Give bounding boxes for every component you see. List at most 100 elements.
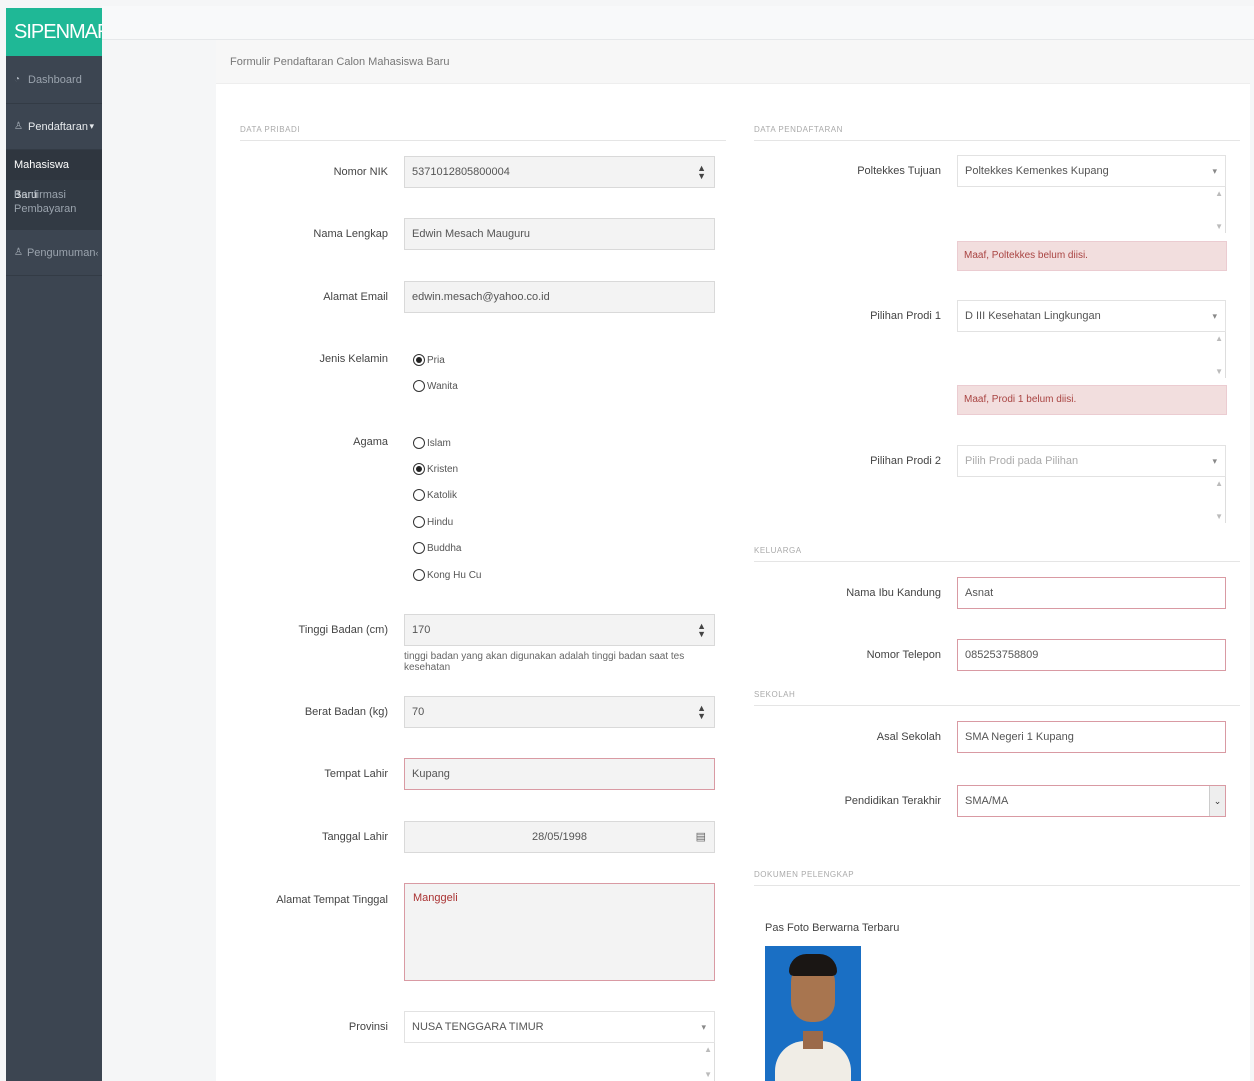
scroll-up-icon[interactable]: ▲ xyxy=(704,1045,712,1054)
section-keluarga: KELUARGA xyxy=(754,546,1240,562)
scroll-down-icon[interactable]: ▼ xyxy=(704,1070,712,1079)
prodi2-select[interactable]: Pilih Prodi pada Pilihan ▾ xyxy=(957,445,1226,477)
radio-pria[interactable]: Pria xyxy=(413,354,445,366)
email-input[interactable]: edwin.mesach@yahoo.co.id xyxy=(404,281,715,313)
nav-pendaftaran-label: Pendaftaran xyxy=(28,120,88,133)
pendidikan-value: SMA/MA xyxy=(965,795,1009,807)
radio-konghucu[interactable]: Kong Hu Cu xyxy=(413,569,481,581)
announcement-icon: ♙ xyxy=(14,247,23,258)
brand-logo[interactable]: SIPENMARU xyxy=(6,8,125,56)
poltekkes-listbox[interactable]: ▲ ▼ xyxy=(957,187,1226,233)
tempat-lahir-label: Tempat Lahir xyxy=(324,768,388,780)
alamat-label: Alamat Tempat Tinggal xyxy=(276,894,388,906)
asal-sekolah-label: Asal Sekolah xyxy=(876,731,941,743)
ibu-label: Nama Ibu Kandung xyxy=(846,587,941,599)
tinggi-input[interactable]: 170 ▲ ▼ xyxy=(404,614,715,646)
telepon-input[interactable]: 085253758809 xyxy=(957,639,1226,671)
prodi1-listbox[interactable]: ▲ ▼ xyxy=(957,332,1226,378)
caret-down-icon: ▾ xyxy=(1212,311,1217,321)
nik-label: Nomor NIK xyxy=(333,166,388,178)
chevron-down-icon[interactable]: ⌄ xyxy=(1209,786,1225,816)
radio-button[interactable] xyxy=(413,354,425,366)
section-data-pribadi: DATA PRIBADI xyxy=(240,125,726,141)
tanggal-lahir-input[interactable]: 28/05/1998 ▤ xyxy=(404,821,715,853)
spinner-arrows-icon[interactable]: ▲ ▼ xyxy=(697,164,706,181)
spinner-arrows-icon[interactable]: ▲ ▼ xyxy=(697,704,706,721)
radio-button[interactable] xyxy=(413,463,425,475)
poltekkes-value: Poltekkes Kemenkes Kupang xyxy=(965,165,1109,177)
radio-konghucu-label: Kong Hu Cu xyxy=(427,569,482,581)
chevron-down-icon: ▾ xyxy=(89,121,94,131)
scroll-down-icon[interactable]: ▼ xyxy=(1215,222,1223,231)
provinsi-value: NUSA TENGGARA TIMUR xyxy=(412,1021,544,1033)
nav-dashboard-label: Dashboard xyxy=(28,73,82,86)
berat-value: 70 xyxy=(412,706,425,718)
radio-button[interactable] xyxy=(413,437,425,449)
nik-input[interactable]: 5371012805800004 ▲ ▼ xyxy=(404,156,715,188)
prodi1-label: Pilihan Prodi 1 xyxy=(870,310,941,322)
spinner-arrows-icon[interactable]: ▲ ▼ xyxy=(697,622,706,639)
radio-button[interactable] xyxy=(413,380,425,392)
tanggal-lahir-label: Tanggal Lahir xyxy=(321,831,388,843)
provinsi-label: Provinsi xyxy=(348,1021,388,1033)
ibu-input[interactable]: Asnat xyxy=(957,577,1226,609)
radio-katolik[interactable]: Katolik xyxy=(413,489,457,501)
tanggal-lahir-value: 28/05/1998 xyxy=(531,831,588,843)
nav-submenu: Mahasiswa Baru Konfirmasi Pembayaran xyxy=(6,150,102,230)
radio-button[interactable] xyxy=(413,489,425,501)
prodi2-placeholder: Pilih Prodi pada Pilihan xyxy=(965,455,1079,467)
provinsi-select[interactable]: NUSA TENGGARA TIMUR ▾ xyxy=(404,1011,715,1043)
radio-wanita-label: Wanita xyxy=(427,380,458,392)
caret-down-icon: ▾ xyxy=(1212,166,1217,176)
radio-islam[interactable]: Islam xyxy=(413,437,451,449)
poltekkes-label: Poltekkes Tujuan xyxy=(857,165,941,177)
berat-label: Berat Badan (kg) xyxy=(304,706,388,718)
prodi1-value: D III Kesehatan Lingkungan xyxy=(965,310,1101,322)
scroll-up-icon[interactable]: ▲ xyxy=(1215,334,1223,343)
calendar-icon[interactable]: ▤ xyxy=(696,822,706,852)
provinsi-listbox[interactable]: ▲ ▼ xyxy=(404,1043,715,1081)
berat-input[interactable]: 70 ▲ ▼ xyxy=(404,696,715,728)
caret-down-icon: ▾ xyxy=(701,1022,706,1032)
radio-hindu[interactable]: Hindu xyxy=(413,516,453,528)
nama-input[interactable]: Edwin Mesach Mauguru xyxy=(404,218,715,250)
alamat-textarea[interactable]: Manggeli xyxy=(404,883,715,981)
pas-foto-image xyxy=(765,946,861,1081)
nav-mahasiswa-baru[interactable]: Mahasiswa Baru xyxy=(6,150,102,201)
radio-kristen[interactable]: Kristen xyxy=(413,463,458,475)
nav-pendaftaran[interactable]: ♙ Pendaftaran ▾ xyxy=(6,104,102,150)
sidebar: SIPENMARU ◔ Dashboard ♙ Pendaftaran ▾ Ma… xyxy=(6,8,125,1081)
scroll-down-icon[interactable]: ▼ xyxy=(1215,512,1223,521)
nav-dashboard[interactable]: ◔ Dashboard xyxy=(6,56,102,104)
scroll-up-icon[interactable]: ▲ xyxy=(1215,479,1223,488)
poltekkes-error: Maaf, Poltekkes belum diisi. xyxy=(957,241,1227,271)
dashboard-icon: ◔ xyxy=(14,74,21,85)
pendidikan-select[interactable]: SMA/MA ⌄ xyxy=(957,785,1226,817)
nama-label: Nama Lengkap xyxy=(313,228,388,240)
radio-button[interactable] xyxy=(413,569,425,581)
panel-title: Formulir Pendaftaran Calon Mahasiswa Bar… xyxy=(216,40,1250,84)
scroll-down-icon[interactable]: ▼ xyxy=(1215,367,1223,376)
radio-button[interactable] xyxy=(413,516,425,528)
poltekkes-select[interactable]: Poltekkes Kemenkes Kupang ▾ xyxy=(957,155,1226,187)
radio-button[interactable] xyxy=(413,542,425,554)
chevron-left-icon: ‹ xyxy=(95,247,99,258)
nav-konfirmasi-pembayaran[interactable]: Konfirmasi Pembayaran xyxy=(6,180,102,230)
scroll-up-icon[interactable]: ▲ xyxy=(1215,189,1223,198)
asal-sekolah-input[interactable]: SMA Negeri 1 Kupang xyxy=(957,721,1226,753)
radio-buddha-label: Buddha xyxy=(427,542,462,554)
section-dokumen: DOKUMEN PELENGKAP xyxy=(754,870,1240,886)
radio-buddha[interactable]: Buddha xyxy=(413,542,461,554)
radio-kristen-label: Kristen xyxy=(427,463,459,475)
user-icon: ♙ xyxy=(14,121,23,132)
section-sekolah: SEKOLAH xyxy=(754,690,1240,706)
nav-pengumuman[interactable]: ♙ Pengumuman ‹ xyxy=(6,230,102,276)
tinggi-help-text: tinggi badan yang akan digunakan adalah … xyxy=(404,651,685,673)
tempat-lahir-input[interactable]: Kupang xyxy=(404,758,715,790)
prodi2-listbox[interactable]: ▲ ▼ xyxy=(957,477,1226,523)
email-label: Alamat Email xyxy=(323,291,388,303)
radio-wanita[interactable]: Wanita xyxy=(413,380,458,392)
radio-katolik-label: Katolik xyxy=(427,489,458,501)
radio-islam-label: Islam xyxy=(427,437,451,449)
prodi1-select[interactable]: D III Kesehatan Lingkungan ▾ xyxy=(957,300,1226,332)
